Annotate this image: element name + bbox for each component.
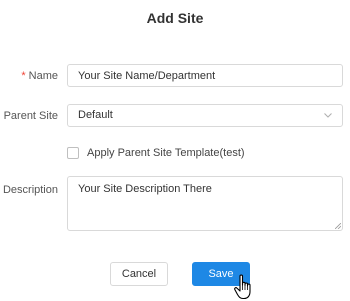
apply-template-checkbox[interactable] (67, 147, 79, 159)
add-site-dialog: Add Site *Name Parent Site Default Apply… (0, 0, 350, 301)
apply-template-option[interactable]: Apply Parent Site Template(test) (67, 146, 245, 160)
chevron-down-icon (324, 113, 332, 118)
hand-pointer-icon (234, 274, 251, 300)
parent-site-label: Parent Site (3, 110, 58, 122)
cancel-button[interactable]: Cancel (110, 262, 168, 286)
name-input[interactable] (67, 64, 343, 87)
name-label-text: Name (28, 70, 58, 82)
parent-site-selected-value: Default (78, 109, 113, 121)
name-label: * Name (21, 70, 58, 82)
description-label: Description (2, 184, 58, 196)
description-textarea[interactable]: Your Site Description There (67, 176, 343, 231)
dialog-title: Add Site (146, 10, 204, 26)
resize-grip-icon[interactable] (335, 223, 341, 229)
apply-template-label: Apply Parent Site Template(test) (87, 147, 245, 159)
parent-site-select[interactable]: Default (67, 104, 343, 127)
required-mark: * (21, 70, 26, 82)
